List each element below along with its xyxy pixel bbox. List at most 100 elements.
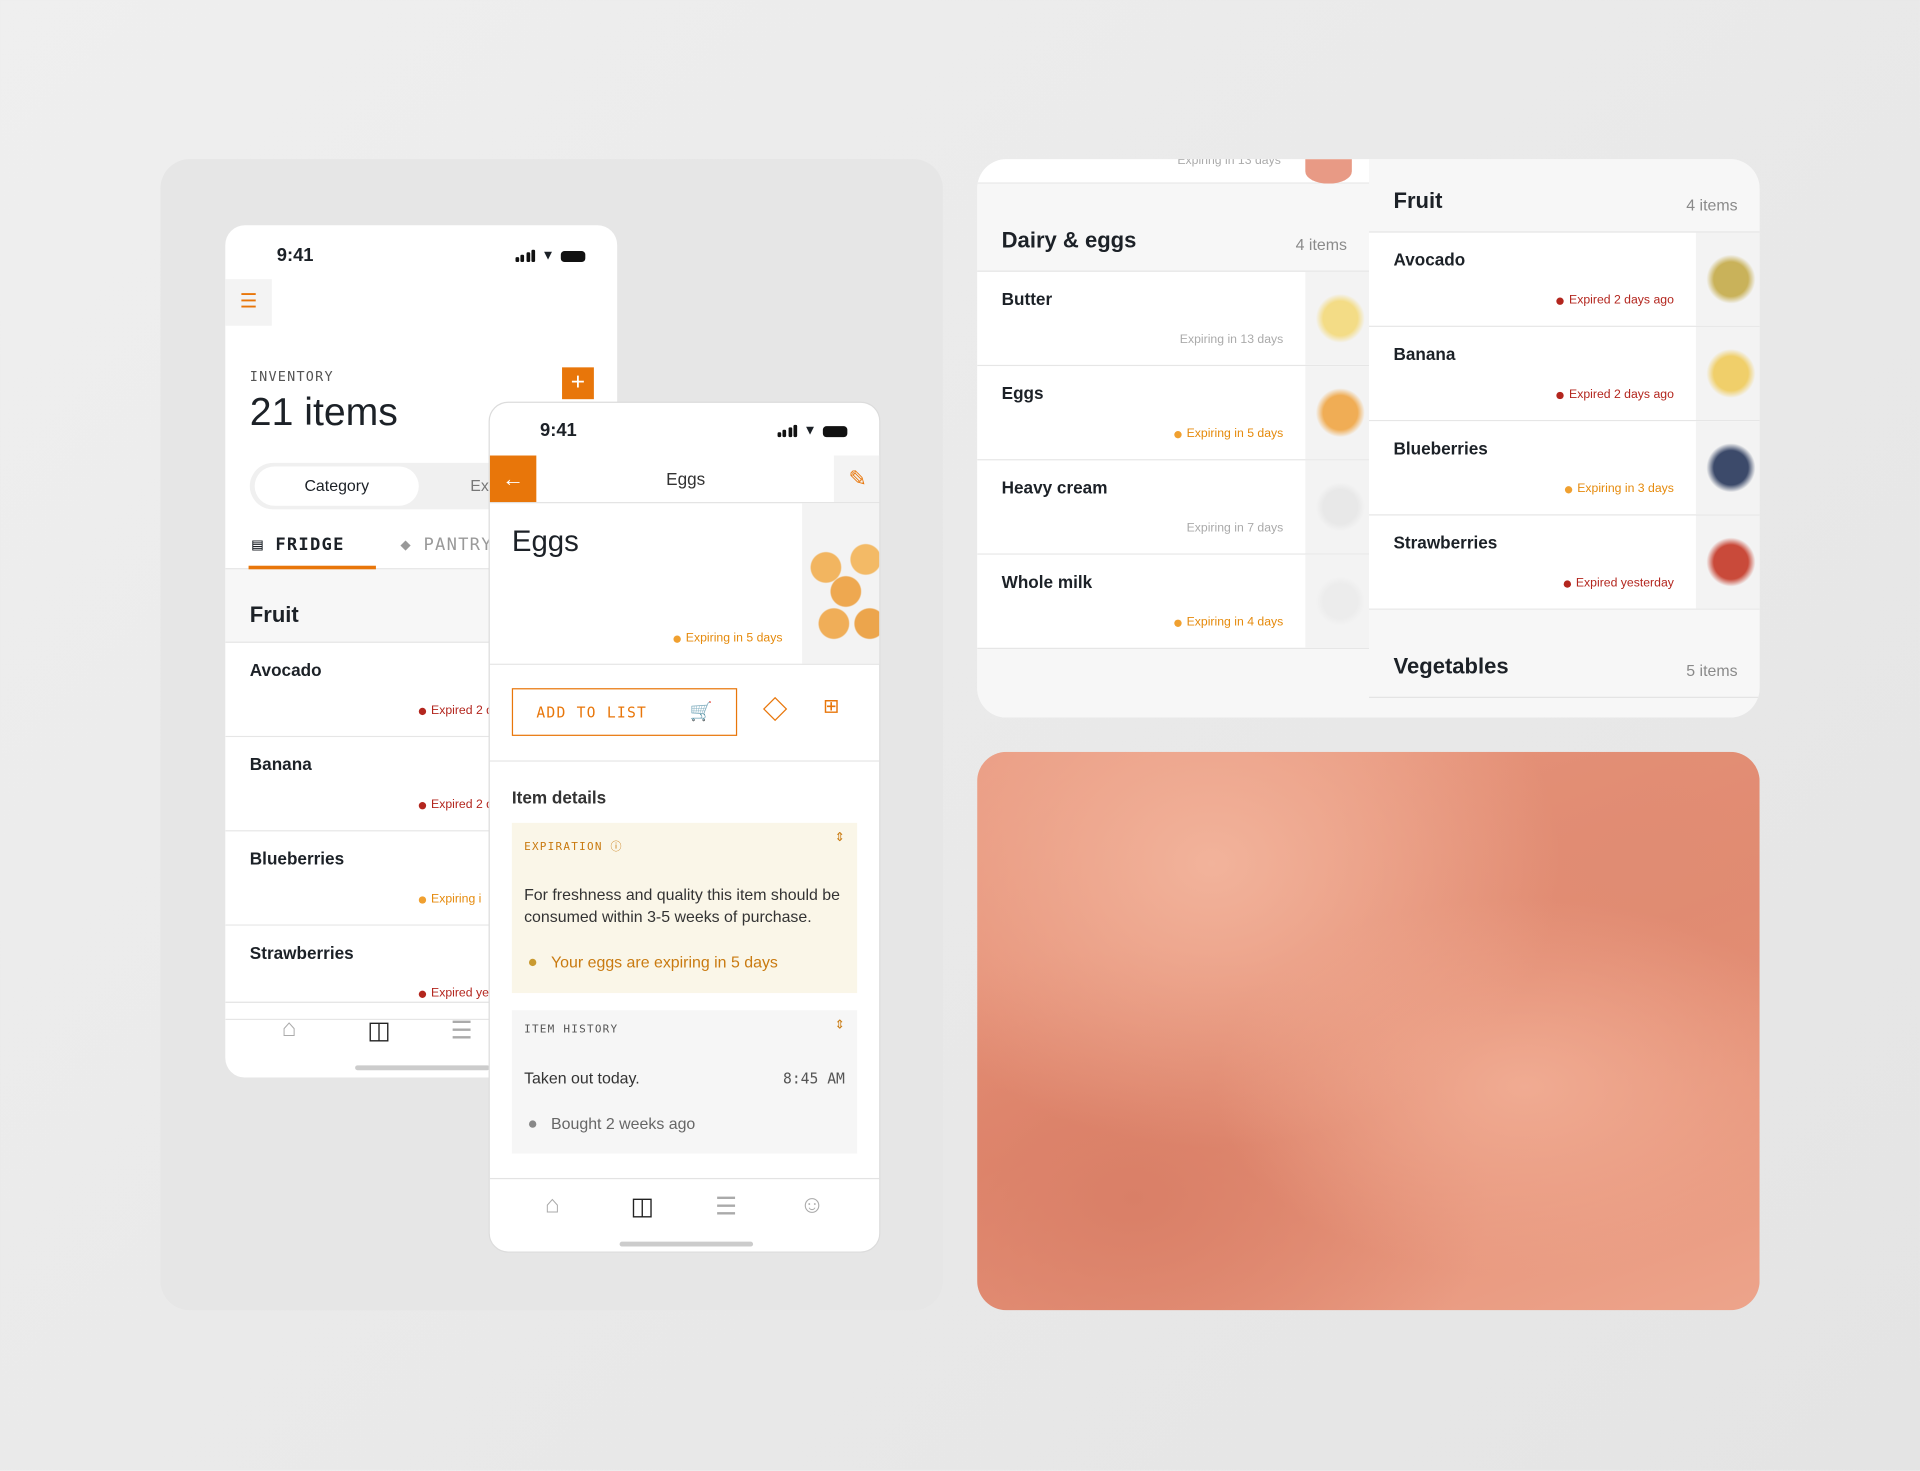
expand-chevron-icon[interactable]: ⇕ — [835, 1019, 845, 1032]
list-item[interactable]: Blueberries Expiring in 3 days — [1368, 421, 1760, 516]
home-indicator — [619, 1241, 754, 1247]
status-badge: Expiring in 7 days — [1186, 521, 1284, 536]
eggs-image — [802, 503, 880, 664]
expiry-badge: Expiring in 5 days — [673, 632, 782, 645]
section-title: Fruit — [249, 602, 299, 627]
home-icon[interactable]: ⌂ — [282, 1015, 297, 1043]
item-image — [1305, 460, 1369, 554]
status-badge: Expiring i — [418, 893, 481, 906]
section-count: 4 items — [1295, 235, 1347, 254]
pantry-icon: ◆ — [400, 535, 424, 555]
item-name: Butter — [1001, 288, 1053, 309]
item-image — [1305, 271, 1369, 365]
status-icons: ▼ — [515, 248, 586, 264]
divider — [489, 760, 880, 762]
diamond-icon[interactable] — [762, 696, 788, 722]
signal-icon — [515, 249, 536, 263]
item-name: Strawberries — [1393, 532, 1498, 553]
add-grid-icon[interactable]: ⊞ — [823, 694, 839, 718]
status-icons: ▼ — [777, 423, 848, 439]
item-count: 21 items — [249, 389, 398, 434]
item-name: Avocado — [249, 660, 322, 680]
list-item[interactable]: Butter Expiring in 13 days — [977, 271, 1369, 367]
segment-expiry[interactable]: Ex — [470, 463, 489, 510]
tab-fridge[interactable]: ▤ FRIDGE — [252, 535, 344, 555]
header-title: Eggs — [666, 468, 706, 489]
expiration-text: For freshness and quality this item shou… — [524, 885, 840, 926]
texture-image — [977, 751, 1760, 1311]
wifi-icon: ▼ — [803, 423, 817, 439]
item-name: Avocado — [1393, 249, 1466, 270]
history-label: ITEM HISTORY — [524, 1023, 619, 1036]
list-row-fragment: Expiring in 13 days — [977, 159, 1369, 184]
history-note: Bought 2 weeks ago — [528, 1114, 695, 1133]
list-icon[interactable]: ☰ — [451, 1015, 473, 1046]
status-badge: Expired 2 d — [418, 798, 493, 812]
signal-icon — [777, 424, 798, 438]
list-item[interactable]: Avocado Expired 2 days ago — [1368, 232, 1760, 327]
item-name: Strawberries — [249, 942, 354, 963]
fridge-nav-icon[interactable]: ◫ — [631, 1191, 654, 1222]
menu-icon[interactable]: ☰ — [225, 279, 272, 326]
item-name: Blueberries — [249, 848, 345, 869]
list-item[interactable]: Eggs Expiring in 5 days — [977, 366, 1369, 461]
edit-pencil-icon[interactable]: ✎ — [833, 455, 880, 503]
item-image — [1305, 159, 1352, 184]
status-text: Expiring in 13 days — [1177, 159, 1281, 168]
list-item[interactable]: Heavy cream Expiring in 7 days — [977, 460, 1369, 555]
status-badge: Expired yesterday — [1563, 577, 1674, 590]
segment-category[interactable]: Category — [254, 466, 419, 506]
tab-pantry[interactable]: ◆ PANTRY — [400, 535, 492, 555]
item-details-heading: Item details — [511, 787, 607, 807]
item-history-panel[interactable]: ITEM HISTORY ⇕ Taken out today. 8:45 AM … — [511, 1010, 858, 1154]
expiration-panel[interactable]: EXPIRATION ⓘ ⇕ For freshness and quality… — [511, 822, 858, 994]
list-item[interactable]: Strawberries Expired yesterday — [1368, 515, 1760, 610]
item-image — [1695, 232, 1760, 326]
item-image — [1695, 515, 1760, 609]
status-badge: Expiring in 13 days — [1179, 333, 1284, 347]
status-badge: Expiring in 3 days — [1564, 482, 1674, 496]
list-item[interactable]: Whole milk Expiring in 4 days — [977, 554, 1369, 649]
item-image — [1305, 366, 1369, 460]
expiration-label: EXPIRATION ⓘ — [524, 841, 623, 854]
battery-icon — [560, 250, 586, 262]
item-title: Eggs — [511, 525, 579, 559]
list-icon[interactable]: ☰ — [715, 1191, 737, 1222]
info-icon: ⓘ — [610, 841, 623, 854]
battery-icon — [822, 425, 848, 437]
inventory-label: INVENTORY — [249, 368, 334, 385]
history-event: Taken out today. — [524, 1068, 640, 1088]
section-title: Vegetables — [1393, 653, 1509, 679]
item-name: Banana — [249, 754, 312, 774]
add-item-button[interactable]: + — [562, 367, 594, 400]
status-badge: Expired ye — [418, 987, 489, 1000]
profile-icon[interactable]: ☺ — [800, 1191, 825, 1219]
item-image — [1695, 326, 1760, 421]
fridge-nav-icon[interactable]: ◫ — [367, 1015, 390, 1046]
cart-plus-icon: 🛒 — [689, 700, 714, 723]
status-time: 9:41 — [276, 244, 314, 266]
item-detail-screen: 9:41 ▼ ← Eggs ✎ Eggs Expiring in 5 days … — [488, 401, 881, 1253]
section-header: Dairy & eggs 4 items — [977, 183, 1369, 272]
status-time: 9:41 — [540, 420, 577, 441]
list-item[interactable]: Banana Expired 2 days ago — [1368, 326, 1760, 422]
home-indicator — [355, 1065, 490, 1071]
section-header: Seafood 1 items — [977, 648, 1369, 718]
status-badge: Expiring in 4 days — [1174, 616, 1283, 629]
item-image — [1695, 421, 1760, 515]
home-icon[interactable]: ⌂ — [545, 1191, 560, 1219]
status-badge: Expired 2 days ago — [1556, 294, 1674, 307]
section-count: 4 items — [1686, 195, 1738, 215]
item-name: Blueberries — [1393, 438, 1488, 458]
expand-chevron-icon[interactable]: ⇕ — [835, 831, 845, 844]
expiration-note: Your eggs are expiring in 5 days — [528, 953, 778, 971]
wifi-icon: ▼ — [541, 248, 555, 264]
section-title: Fruit — [1393, 188, 1443, 214]
bottom-nav: ⌂ ◫ ☰ ☺ — [489, 1177, 880, 1251]
status-badge: Expiring in 5 days — [1174, 427, 1283, 441]
add-to-list-button[interactable]: ADD TO LIST 🛒 — [511, 688, 738, 736]
fridge-icon: ▤ — [252, 535, 276, 555]
item-image — [1305, 554, 1369, 648]
section-count: 5 items — [1686, 661, 1738, 680]
nav-header: ← Eggs ✎ — [489, 455, 880, 504]
